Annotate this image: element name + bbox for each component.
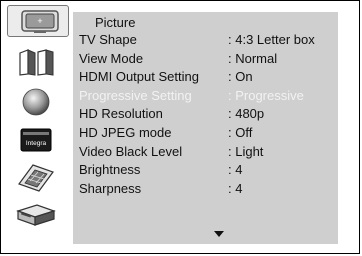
setting-row-brightness[interactable]: Brightness : 4 (73, 161, 338, 180)
tv-picture-icon: + (21, 10, 59, 33)
setting-value: : 480p (228, 106, 265, 122)
settings-list: TV Shape : 4:3 Letter box View Mode : No… (73, 31, 338, 198)
setting-value: : On (228, 69, 253, 85)
setting-label: Video Black Level (79, 143, 183, 159)
sidebar-item-speakers[interactable] (10, 47, 62, 77)
sidebar-item-integra[interactable]: Integra (10, 125, 62, 155)
setting-row-progressive: Progressive Setting : Progressive (73, 87, 338, 106)
disc-icon (22, 88, 50, 116)
setting-value: : 4:3 Letter box (228, 32, 315, 47)
integra-receiver-icon: Integra (20, 128, 52, 152)
setting-row-video-black-level[interactable]: Video Black Level : Light (73, 143, 338, 162)
setting-label: Progressive Setting (79, 87, 192, 103)
setting-value: : 4 (228, 162, 243, 178)
setting-row-tv-shape[interactable]: TV Shape : 4:3 Letter box (73, 31, 338, 50)
setting-row-sharpness[interactable]: Sharpness : 4 (73, 180, 338, 199)
player-device-icon (16, 204, 56, 226)
setting-value: : Progressive (228, 87, 304, 103)
setting-label: Brightness (79, 162, 141, 178)
setting-row-hdmi-output[interactable]: HDMI Output Setting : On (73, 68, 338, 87)
settings-panel: Picture TV Shape : 4:3 Letter box View M… (73, 12, 338, 244)
keyboard-icon (18, 164, 54, 192)
sidebar-item-player[interactable] (10, 199, 62, 229)
setting-row-hd-jpeg[interactable]: HD JPEG mode : Off (73, 124, 338, 143)
svg-text:+: + (37, 16, 42, 26)
sidebar-item-picture[interactable]: + (10, 7, 70, 37)
setting-value: : Off (228, 124, 253, 140)
svg-text:Integra: Integra (26, 140, 47, 147)
setting-label: HD Resolution (79, 106, 163, 122)
setting-value: : Light (228, 143, 264, 159)
sidebar-item-disc[interactable] (10, 87, 62, 117)
sidebar-item-keyboard[interactable] (10, 162, 62, 192)
setting-label: HDMI Output Setting (79, 69, 199, 85)
settings-screen: + Integra Picture TV Shape: 4:3 Letter … (0, 0, 360, 254)
setting-row-hd-resolution[interactable]: HD Resolution : 480p (73, 105, 338, 124)
speakers-icon (19, 49, 54, 76)
chevron-down-icon[interactable] (214, 231, 224, 237)
setting-value: : 4 (228, 180, 243, 196)
setting-row-view-mode[interactable]: View Mode : Normal (73, 50, 338, 69)
panel-title: Picture (95, 15, 136, 30)
setting-label: TV Shape (79, 32, 137, 47)
setting-label: Sharpness (79, 180, 142, 196)
setting-label: HD JPEG mode (79, 124, 172, 140)
setting-value: : Normal (228, 50, 278, 66)
setting-label: View Mode (79, 50, 144, 66)
